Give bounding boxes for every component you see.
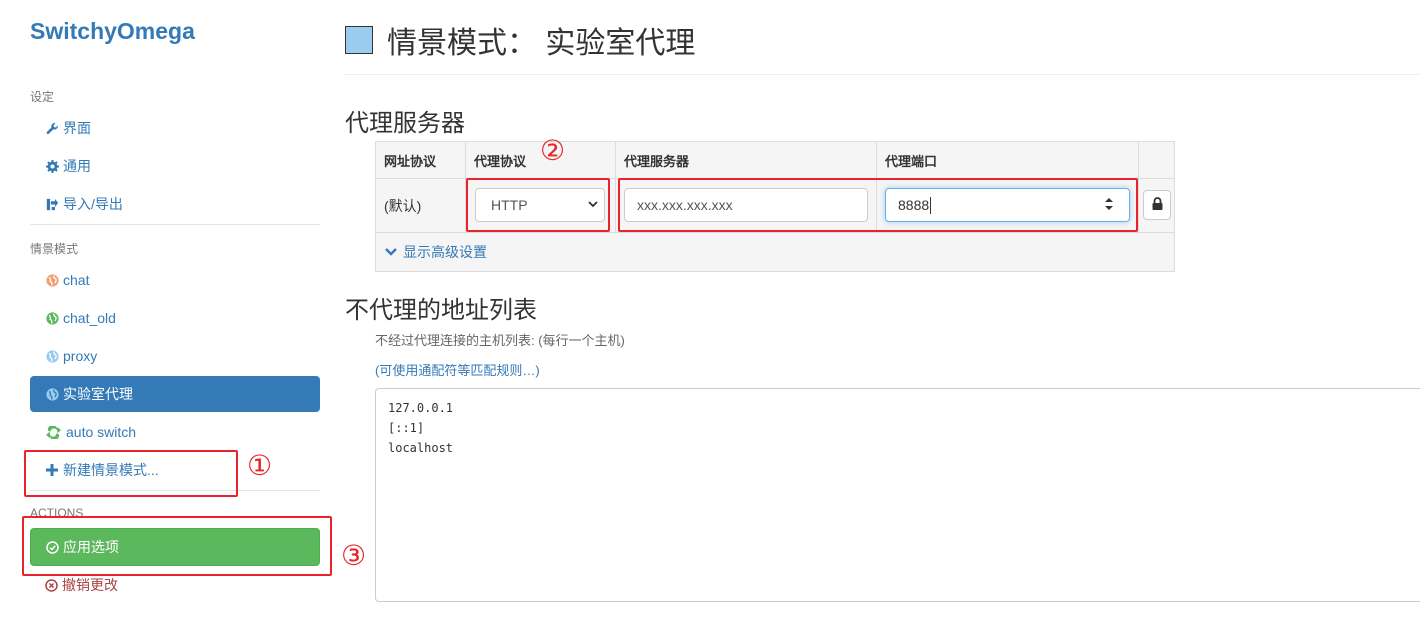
bypass-entry: [::1] (388, 421, 425, 435)
sidebar-item-label: proxy (63, 348, 98, 364)
proxy-section-title: 代理服务器 (345, 110, 465, 137)
page-header: 情景模式： 实验室代理 (345, 18, 695, 62)
import-export-icon (45, 197, 59, 211)
sidebar-item-chat[interactable]: chat (30, 262, 320, 298)
lock-button[interactable] (1143, 190, 1171, 220)
chevron-down-icon (385, 247, 397, 257)
column-header: 网址协议 (376, 142, 466, 178)
bypass-list-textarea[interactable]: 127.0.0.1 [::1] localhost (375, 388, 1420, 602)
divider (345, 74, 1420, 75)
revert-label: 撤销更改 (62, 577, 118, 593)
sidebar-item-label: 实验室代理 (63, 386, 133, 402)
lock-icon (1152, 197, 1163, 213)
bypass-section-title: 不代理的地址列表 (345, 297, 537, 324)
globe-icon (45, 311, 59, 325)
sidebar-item-chat-old[interactable]: chat_old (30, 300, 320, 336)
globe-icon (45, 387, 59, 401)
settings-header: 设定 (30, 90, 55, 104)
show-advanced-link[interactable]: 显示高级设置 (385, 242, 487, 262)
annotation-marker-1: ① (247, 449, 273, 482)
sidebar-item-label: 界面 (63, 120, 91, 136)
column-header: 代理端口 (877, 142, 1139, 178)
divider (30, 224, 320, 225)
sidebar-item-label: 导入/导出 (63, 196, 123, 212)
wildcard-rules-link[interactable]: (可使用通配符等匹配规则…) (375, 360, 540, 379)
wrench-icon (45, 121, 59, 135)
annotation-marker-2: ② (540, 134, 566, 167)
brand-title: SwitchyOmega (30, 18, 195, 44)
sidebar-item-label: chat (63, 272, 90, 288)
annotation-box-protocol (466, 178, 610, 232)
annotation-box-apply (22, 516, 332, 576)
annotation-box-server-port (618, 178, 1138, 232)
profiles-header: 情景模式 (30, 242, 79, 256)
gear-icon (45, 159, 59, 173)
scheme-cell: (默认) (376, 178, 466, 232)
sidebar-item-label: auto switch (66, 424, 137, 440)
bypass-help-text: 不经过代理连接的主机列表: (每行一个主机) (375, 333, 625, 348)
show-advanced-label: 显示高级设置 (403, 244, 487, 260)
column-header: 代理服务器 (616, 142, 877, 178)
close-circle-icon (45, 578, 58, 592)
sidebar-item-lab-proxy[interactable]: 实验室代理 (30, 376, 320, 412)
sidebar-item-general[interactable]: 通用 (30, 148, 320, 184)
profile-color-swatch (345, 26, 373, 54)
globe-icon (45, 349, 59, 363)
sidebar-item-label: 通用 (63, 158, 91, 174)
globe-icon (45, 273, 59, 287)
sidebar-item-interface[interactable]: 界面 (30, 110, 320, 146)
sidebar-item-proxy[interactable]: proxy (30, 338, 320, 374)
auto-switch-icon (45, 425, 62, 439)
bypass-entry: 127.0.0.1 (388, 401, 454, 415)
sidebar-item-auto-switch[interactable]: auto switch (30, 414, 320, 450)
bypass-entry: localhost (388, 441, 454, 455)
annotation-box-new-profile (24, 450, 238, 497)
sidebar-item-import-export[interactable]: 导入/导出 (30, 186, 320, 222)
scheme-value: (默认) (384, 197, 422, 214)
page-title: 情景模式： 实验室代理 (387, 27, 696, 60)
divider (376, 232, 1174, 233)
column-header-empty (1139, 142, 1175, 178)
annotation-marker-3: ③ (341, 539, 367, 572)
sidebar-item-label: chat_old (63, 310, 116, 326)
